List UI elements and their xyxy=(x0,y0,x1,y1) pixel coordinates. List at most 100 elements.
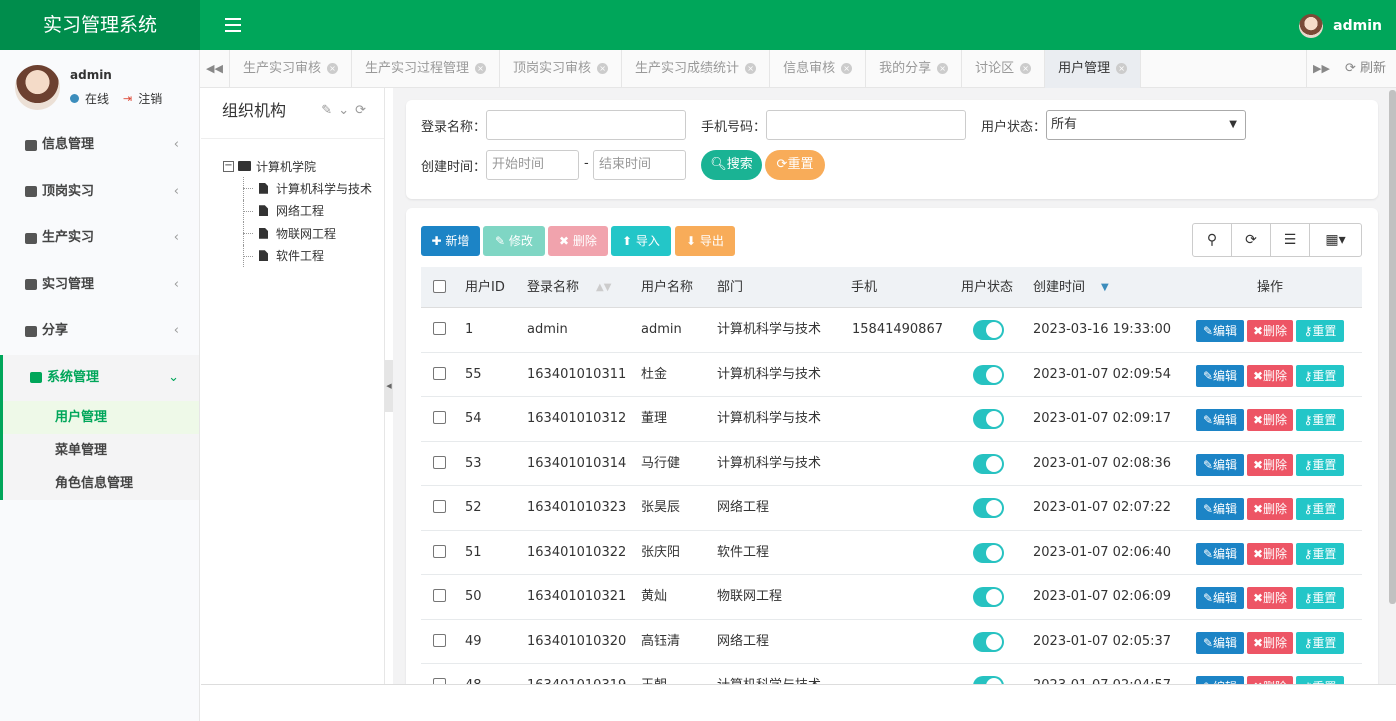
tab[interactable]: 用户管理 × xyxy=(1045,50,1142,88)
export-button[interactable]: ⬇ 导出 xyxy=(675,226,735,256)
tree-node[interactable]: 软件工程 xyxy=(223,244,384,268)
th-login-name[interactable]: 登录名称 xyxy=(527,267,579,308)
submenu-item[interactable]: 用户管理 xyxy=(3,401,199,434)
select-all-checkbox[interactable] xyxy=(433,280,446,293)
th-status[interactable]: 用户状态 xyxy=(961,267,1013,308)
sidebar-item-1[interactable]: 顶岗实习 ‹ xyxy=(0,169,199,216)
row-reset-button[interactable]: ⚷重置 xyxy=(1296,320,1344,342)
submenu-item[interactable]: 角色信息管理 xyxy=(3,467,199,500)
row-edit-button[interactable]: ✎编辑 xyxy=(1196,587,1244,609)
tab[interactable]: 生产实习过程管理 × xyxy=(352,50,501,88)
status-select[interactable]: 所有 ▼ xyxy=(1046,110,1246,140)
tab[interactable]: 我的分享 × xyxy=(866,50,963,88)
phone-input[interactable] xyxy=(766,110,966,140)
row-reset-button[interactable]: ⚷重置 xyxy=(1296,453,1344,476)
row-delete-button[interactable]: ✖删除 xyxy=(1247,409,1293,431)
row-edit-button[interactable]: ✎编辑 xyxy=(1196,364,1244,387)
collapse-icon[interactable]: − xyxy=(223,160,234,172)
close-icon[interactable]: × xyxy=(475,63,487,74)
sort-desc-icon[interactable]: ▼ xyxy=(1101,267,1109,308)
app-logo-title[interactable]: 实习管理系统 xyxy=(0,0,200,50)
search-button[interactable]: 🔍︎搜索 xyxy=(701,150,762,180)
row-checkbox[interactable] xyxy=(433,322,446,335)
row-delete-button[interactable]: ✖删除 xyxy=(1247,542,1293,565)
row-reset-button[interactable]: ⚷重置 xyxy=(1296,364,1344,387)
row-edit-button[interactable]: ✎编辑 xyxy=(1196,631,1244,654)
close-icon[interactable]: × xyxy=(327,63,339,74)
row-checkbox[interactable] xyxy=(433,455,446,469)
submenu-item[interactable]: 菜单管理 xyxy=(3,434,199,467)
row-edit-button[interactable]: ✎编辑 xyxy=(1196,320,1244,342)
row-checkbox[interactable] xyxy=(433,366,446,380)
tab[interactable]: 讨论区 × xyxy=(962,50,1046,88)
start-time-input[interactable]: 开始时间 xyxy=(486,150,579,180)
tab[interactable]: 生产实习成绩统计 × xyxy=(622,50,771,88)
row-checkbox[interactable] xyxy=(433,411,446,424)
row-reset-button[interactable]: ⚷重置 xyxy=(1296,409,1344,431)
row-delete-button[interactable]: ✖删除 xyxy=(1247,631,1293,654)
end-time-input[interactable]: 结束时间 xyxy=(593,150,686,180)
sidebar-toggle-icon[interactable] xyxy=(225,14,241,36)
tree-node[interactable]: 计算机科学与技术 xyxy=(223,177,384,200)
tabs-scroll-right-icon[interactable]: ▶▶ xyxy=(1306,50,1336,88)
tabs-scroll-left-icon[interactable]: ◀◀ xyxy=(200,50,230,88)
import-button[interactable]: ⬆ 导入 xyxy=(611,226,671,256)
refresh-icon[interactable]: ⟳ xyxy=(1232,224,1271,256)
refresh-button[interactable]: ⟳ 刷新 xyxy=(1345,50,1386,88)
row-delete-button[interactable]: ✖删除 xyxy=(1247,587,1293,609)
close-icon[interactable]: × xyxy=(1020,63,1032,74)
row-reset-button[interactable]: ⚷重置 xyxy=(1296,631,1344,654)
row-checkbox[interactable] xyxy=(433,589,446,602)
sidebar-item-2[interactable]: 生产实习 ‹ xyxy=(0,215,199,262)
sort-icon[interactable]: ▲▼ xyxy=(596,267,611,308)
status-toggle[interactable] xyxy=(973,587,1004,607)
delete-button[interactable]: ✖ 删除 xyxy=(548,226,608,256)
row-edit-button[interactable]: ✎编辑 xyxy=(1196,542,1244,565)
row-checkbox[interactable] xyxy=(433,633,446,647)
close-icon[interactable]: × xyxy=(745,63,757,74)
status-toggle[interactable] xyxy=(973,542,1004,563)
status-toggle[interactable] xyxy=(973,320,1004,340)
th-department[interactable]: 部门 xyxy=(717,267,743,308)
sidebar-item-0[interactable]: 信息管理 ‹ xyxy=(0,122,199,169)
close-icon[interactable]: × xyxy=(841,63,853,74)
row-edit-button[interactable]: ✎编辑 xyxy=(1196,498,1244,520)
login-name-input[interactable] xyxy=(486,110,686,140)
tree-node[interactable]: 物联网工程 xyxy=(223,222,384,245)
panel-collapse-handle[interactable]: ◀ xyxy=(385,360,393,412)
toggle-view-icon[interactable]: ☰ xyxy=(1271,224,1310,256)
row-edit-button[interactable]: ✎编辑 xyxy=(1196,409,1244,431)
edit-icon[interactable]: ✎ xyxy=(321,103,338,118)
tree-root[interactable]: − 计算机学院 xyxy=(223,155,384,177)
refresh-icon[interactable]: ⟳ xyxy=(355,103,372,118)
tab[interactable]: 顶岗实习审核 × xyxy=(500,50,623,88)
columns-icon[interactable]: ▦▾ xyxy=(1310,224,1361,256)
row-delete-button[interactable]: ✖删除 xyxy=(1247,364,1293,387)
row-checkbox[interactable] xyxy=(433,544,446,558)
row-edit-button[interactable]: ✎编辑 xyxy=(1196,453,1244,476)
tab[interactable]: 生产实习审核 × xyxy=(230,50,353,88)
reset-button[interactable]: ⟳重置 xyxy=(765,150,825,180)
row-reset-button[interactable]: ⚷重置 xyxy=(1296,498,1344,520)
row-delete-button[interactable]: ✖删除 xyxy=(1247,498,1293,520)
th-user-name[interactable]: 用户名称 xyxy=(641,267,693,308)
sidebar-item-3[interactable]: 实习管理 ‹ xyxy=(0,262,199,309)
edit-button[interactable]: ✎ 修改 xyxy=(483,226,545,256)
close-icon[interactable]: × xyxy=(1116,63,1128,74)
close-icon[interactable]: × xyxy=(597,63,609,74)
scrollbar[interactable] xyxy=(1389,90,1396,604)
top-user-menu[interactable]: admin xyxy=(1299,14,1382,38)
add-button[interactable]: ✚ 新增 xyxy=(421,226,480,256)
status-toggle[interactable] xyxy=(973,453,1004,474)
chevron-down-icon[interactable]: ⌄ xyxy=(338,103,355,118)
th-user-id[interactable]: 用户ID xyxy=(465,267,505,308)
sidebar-item-5[interactable]: 系统管理 ⌄ xyxy=(0,354,199,401)
row-checkbox[interactable] xyxy=(433,500,446,513)
sign-out-icon[interactable]: ⇥ xyxy=(123,92,132,105)
status-toggle[interactable] xyxy=(973,498,1004,518)
row-delete-button[interactable]: ✖删除 xyxy=(1247,453,1293,476)
tree-node[interactable]: 网络工程 xyxy=(223,199,384,223)
logout-link[interactable]: 注销 xyxy=(138,90,162,107)
row-reset-button[interactable]: ⚷重置 xyxy=(1296,542,1344,565)
search-icon[interactable]: ⚲ xyxy=(1193,224,1232,256)
